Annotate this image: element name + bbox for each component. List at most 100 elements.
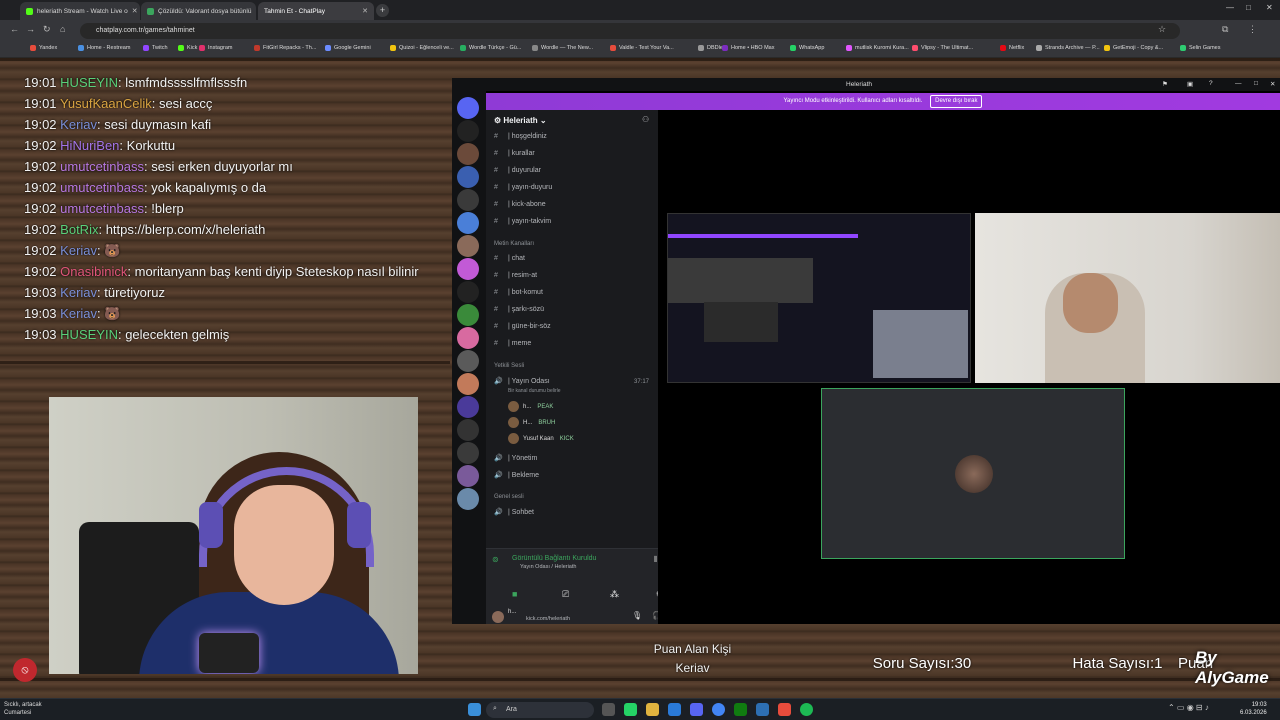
bookmark-item[interactable]: FitGirl Repacks - Th... [254, 45, 316, 51]
server-icon[interactable] [457, 212, 479, 234]
server-icon[interactable] [457, 488, 479, 510]
bookmark-item[interactable]: Valdle - Test Your Va... [610, 45, 674, 51]
server-icon[interactable] [457, 189, 479, 211]
text-channel[interactable]: # | kick-abone [494, 201, 546, 208]
avatar[interactable] [492, 611, 504, 623]
bookmark-item[interactable]: Home • HBO Max [722, 45, 775, 51]
channel-category[interactable]: Metin Kanalları [494, 241, 534, 247]
microphone-icon[interactable]: 🎙 [632, 611, 642, 620]
server-icon[interactable] [457, 235, 479, 257]
channel-category[interactable]: Yetkili Sesli [494, 363, 524, 369]
bookmark-item[interactable]: GetEmoji - Copy &... [1104, 45, 1163, 51]
text-channel[interactable]: # | chat [494, 255, 525, 262]
whatsapp-icon[interactable] [624, 703, 637, 716]
system-tray[interactable]: ⌃ ▭ ◉ ⊟ ♪ [1168, 703, 1209, 712]
discord-icon[interactable] [690, 703, 703, 716]
voice-status[interactable]: Bir kanal durumu belirle [508, 388, 561, 394]
server-icon[interactable] [457, 373, 479, 395]
help-icon[interactable]: ? [1209, 80, 1213, 87]
disable-streamer-mode-button[interactable]: Devre dışı bırak [930, 95, 983, 108]
spotify-icon[interactable] [800, 703, 813, 716]
server-icon[interactable] [457, 143, 479, 165]
bookmark-item[interactable]: Google Gemini [325, 45, 371, 51]
server-icon[interactable] [457, 396, 479, 418]
server-icon[interactable] [457, 419, 479, 441]
close-icon[interactable]: ✕ [255, 7, 256, 15]
extensions-icon[interactable]: ⧉ [1222, 24, 1228, 35]
server-icon[interactable] [457, 465, 479, 487]
tab-valorant[interactable]: Çözüldü: Valorant dosya bütünlü ✕ [141, 2, 256, 20]
close-window-icon[interactable]: ✕ [1266, 3, 1273, 12]
minimize-icon[interactable]: — [1235, 80, 1242, 87]
noise-icon[interactable]: ⫴ [654, 555, 657, 565]
forward-icon[interactable]: → [26, 24, 35, 34]
text-channel[interactable]: # | yayın-duyuru [494, 184, 552, 191]
voice-channel[interactable]: 🔊 | Yönetim [494, 454, 537, 462]
close-icon[interactable]: ✕ [362, 7, 368, 15]
bookmark-item[interactable]: WhatsApp [790, 45, 824, 51]
bookmark-item[interactable]: Quizoi - Eğlenceli ve... [390, 45, 454, 51]
bookmark-item[interactable]: Home - Restream [78, 45, 130, 51]
bookmark-item[interactable]: Yandex [30, 45, 57, 51]
server-icon[interactable] [457, 97, 479, 119]
bookmark-star-icon[interactable]: ☆ [1158, 24, 1166, 35]
mail-icon[interactable] [668, 703, 681, 716]
server-icon[interactable] [457, 166, 479, 188]
bookmark-item[interactable]: Wordle Türkçe - Gü... [460, 45, 521, 51]
bookmark-item[interactable]: Strands Archive — P... [1036, 45, 1100, 51]
record-icon[interactable]: ⦸ [13, 658, 37, 682]
text-channel[interactable]: # | meme [494, 340, 531, 347]
minimize-icon[interactable]: — [1226, 3, 1234, 12]
voice-channel[interactable]: 🔊 | Yayın Odası [494, 377, 550, 385]
voice-user[interactable]: H... BRUH [508, 417, 555, 428]
obs-icon[interactable] [778, 703, 791, 716]
text-channel[interactable]: # | duyurular [494, 167, 541, 174]
server-icon[interactable] [457, 350, 479, 372]
bookmark-item[interactable]: Kick [178, 45, 197, 51]
voice-user[interactable]: Yusuf Kaan KICK [508, 433, 574, 444]
server-icon[interactable] [457, 442, 479, 464]
server-icon[interactable] [457, 304, 479, 326]
file-explorer-icon[interactable] [646, 703, 659, 716]
participant-camera-tile[interactable] [975, 213, 1280, 383]
bookmark-item[interactable]: mutlisk Kuromi Kura... [846, 45, 909, 51]
maximize-icon[interactable]: □ [1246, 3, 1251, 12]
add-member-icon[interactable]: ⚇ [642, 115, 649, 124]
screenshare-tile[interactable] [667, 213, 971, 383]
maximize-icon[interactable]: □ [1254, 80, 1258, 87]
activities-icon[interactable]: ⁂ [610, 589, 619, 600]
url-field[interactable]: chatplay.com.tr/games/tahminet [80, 23, 1180, 39]
voice-channel[interactable]: 🔊 | Sohbet [494, 508, 534, 516]
bookmark-item[interactable]: Vlipsy - The Ultimat... [912, 45, 973, 51]
bookmark-item[interactable]: Selin Games [1180, 45, 1221, 51]
voice-user[interactable]: h... PEAK [508, 401, 553, 412]
clock[interactable]: 19:03 6.03.2026 [1240, 701, 1267, 717]
text-channel[interactable]: # | hoşgeldiniz [494, 133, 547, 140]
text-channel[interactable]: # | resim-at [494, 272, 537, 279]
inbox-icon[interactable]: ⚑ [1162, 80, 1168, 88]
taskbar-search[interactable]: ⌕ Ara [486, 702, 594, 718]
chrome-icon[interactable] [712, 703, 725, 716]
server-icon[interactable] [457, 258, 479, 280]
text-channel[interactable]: # | güne-bir-söz [494, 323, 551, 330]
menu-icon[interactable]: ⋮ [1248, 24, 1257, 35]
new-tab-button[interactable]: + [376, 4, 389, 17]
task-view-icon[interactable] [602, 703, 615, 716]
steam-icon[interactable] [756, 703, 769, 716]
bookmark-item[interactable]: Twitch [143, 45, 168, 51]
xbox-icon[interactable] [734, 703, 747, 716]
screenshare-icon[interactable]: ⎚ [562, 589, 569, 600]
close-icon[interactable]: ✕ [1270, 80, 1275, 88]
tab-kick[interactable]: heleriath Stream - Watch Live o ✕ [20, 2, 140, 20]
screen-icon[interactable]: ▣ [1187, 80, 1193, 88]
server-icon[interactable] [457, 120, 479, 142]
close-icon[interactable]: ✕ [132, 7, 138, 15]
reload-icon[interactable]: ↻ [43, 24, 51, 35]
back-icon[interactable]: ← [10, 24, 19, 34]
text-channel[interactable]: # | yayın-takvim [494, 218, 551, 225]
voice-channel[interactable]: 🔊 | Bekleme [494, 471, 539, 479]
channel-category[interactable]: Genel sesli [494, 494, 524, 500]
text-channel[interactable]: # | şarkı-sözü [494, 306, 544, 313]
server-icon[interactable] [457, 281, 479, 303]
server-icon[interactable] [457, 327, 479, 349]
